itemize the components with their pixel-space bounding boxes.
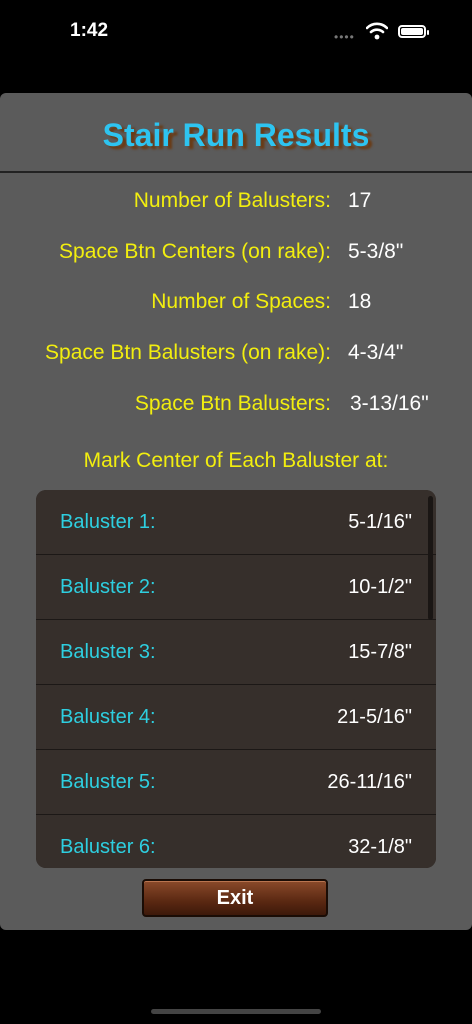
result-value: 18 xyxy=(348,290,372,313)
result-row-number-of-balusters: Number of Balusters: 17 xyxy=(0,189,472,219)
baluster-measurement: 21-5/16" xyxy=(337,706,412,728)
result-label: Space Btn Balusters: xyxy=(134,392,331,415)
list-item-baluster-1[interactable]: Baluster 1: 5-1/16" xyxy=(36,490,436,555)
list-item-baluster-3[interactable]: Baluster 3: 15-7/8" xyxy=(36,620,436,685)
baluster-name: Baluster 5: xyxy=(60,771,156,793)
title-bar: Stair Run Results xyxy=(0,93,472,173)
baluster-measurement: 5-1/16" xyxy=(348,511,412,533)
result-value: 17 xyxy=(348,189,372,212)
result-label: Space Btn Centers (on rake): xyxy=(59,240,331,263)
result-label: Number of Balusters: xyxy=(133,189,331,212)
page-title: Stair Run Results xyxy=(102,117,370,153)
baluster-measurement: 32-1/8" xyxy=(348,836,412,858)
list-item-baluster-6[interactable]: Baluster 6: 32-1/8" xyxy=(36,815,436,868)
result-value: 3-13/16" xyxy=(350,392,429,415)
status-bar: 1:42 •••• xyxy=(0,0,472,64)
result-label: Space Btn Balusters (on rake): xyxy=(45,341,331,364)
result-row-space-btn-balusters-rake: Space Btn Balusters (on rake): 4-3/4" xyxy=(0,341,472,371)
baluster-name: Baluster 4: xyxy=(60,706,156,728)
home-indicator[interactable] xyxy=(151,1009,321,1014)
results-panel: Stair Run Results Number of Balusters: 1… xyxy=(0,93,472,930)
baluster-name: Baluster 3: xyxy=(60,641,156,663)
result-value: 4-3/4" xyxy=(348,341,404,364)
result-value: 5-3/8" xyxy=(348,240,404,263)
wifi-icon xyxy=(366,22,388,40)
baluster-measurement: 10-1/2" xyxy=(348,576,412,598)
result-label: Number of Spaces: xyxy=(151,290,331,313)
result-row-space-btn-balusters: Space Btn Balusters: 3-13/16" xyxy=(0,392,472,422)
baluster-name: Baluster 1: xyxy=(60,511,156,533)
mark-heading: Mark Center of Each Baluster at: xyxy=(83,449,389,472)
list-scrollbar[interactable] xyxy=(428,496,433,620)
signal-dots-icon: •••• xyxy=(334,30,355,44)
list-item-baluster-2[interactable]: Baluster 2: 10-1/2" xyxy=(36,555,436,620)
battery-icon xyxy=(398,25,429,38)
list-item-baluster-5[interactable]: Baluster 5: 26-11/16" xyxy=(36,750,436,815)
baluster-list[interactable]: Baluster 1: 5-1/16" Baluster 2: 10-1/2" … xyxy=(36,490,436,868)
result-row-space-btn-centers: Space Btn Centers (on rake): 5-3/8" xyxy=(0,240,472,270)
baluster-name: Baluster 2: xyxy=(60,576,156,598)
baluster-measurement: 15-7/8" xyxy=(348,641,412,663)
baluster-name: Baluster 6: xyxy=(60,836,156,858)
status-time: 1:42 xyxy=(70,20,109,41)
result-row-number-of-spaces: Number of Spaces: 18 xyxy=(0,290,472,320)
baluster-measurement: 26-11/16" xyxy=(327,771,412,793)
exit-button[interactable]: Exit xyxy=(142,879,328,917)
list-item-baluster-4[interactable]: Baluster 4: 21-5/16" xyxy=(36,685,436,750)
